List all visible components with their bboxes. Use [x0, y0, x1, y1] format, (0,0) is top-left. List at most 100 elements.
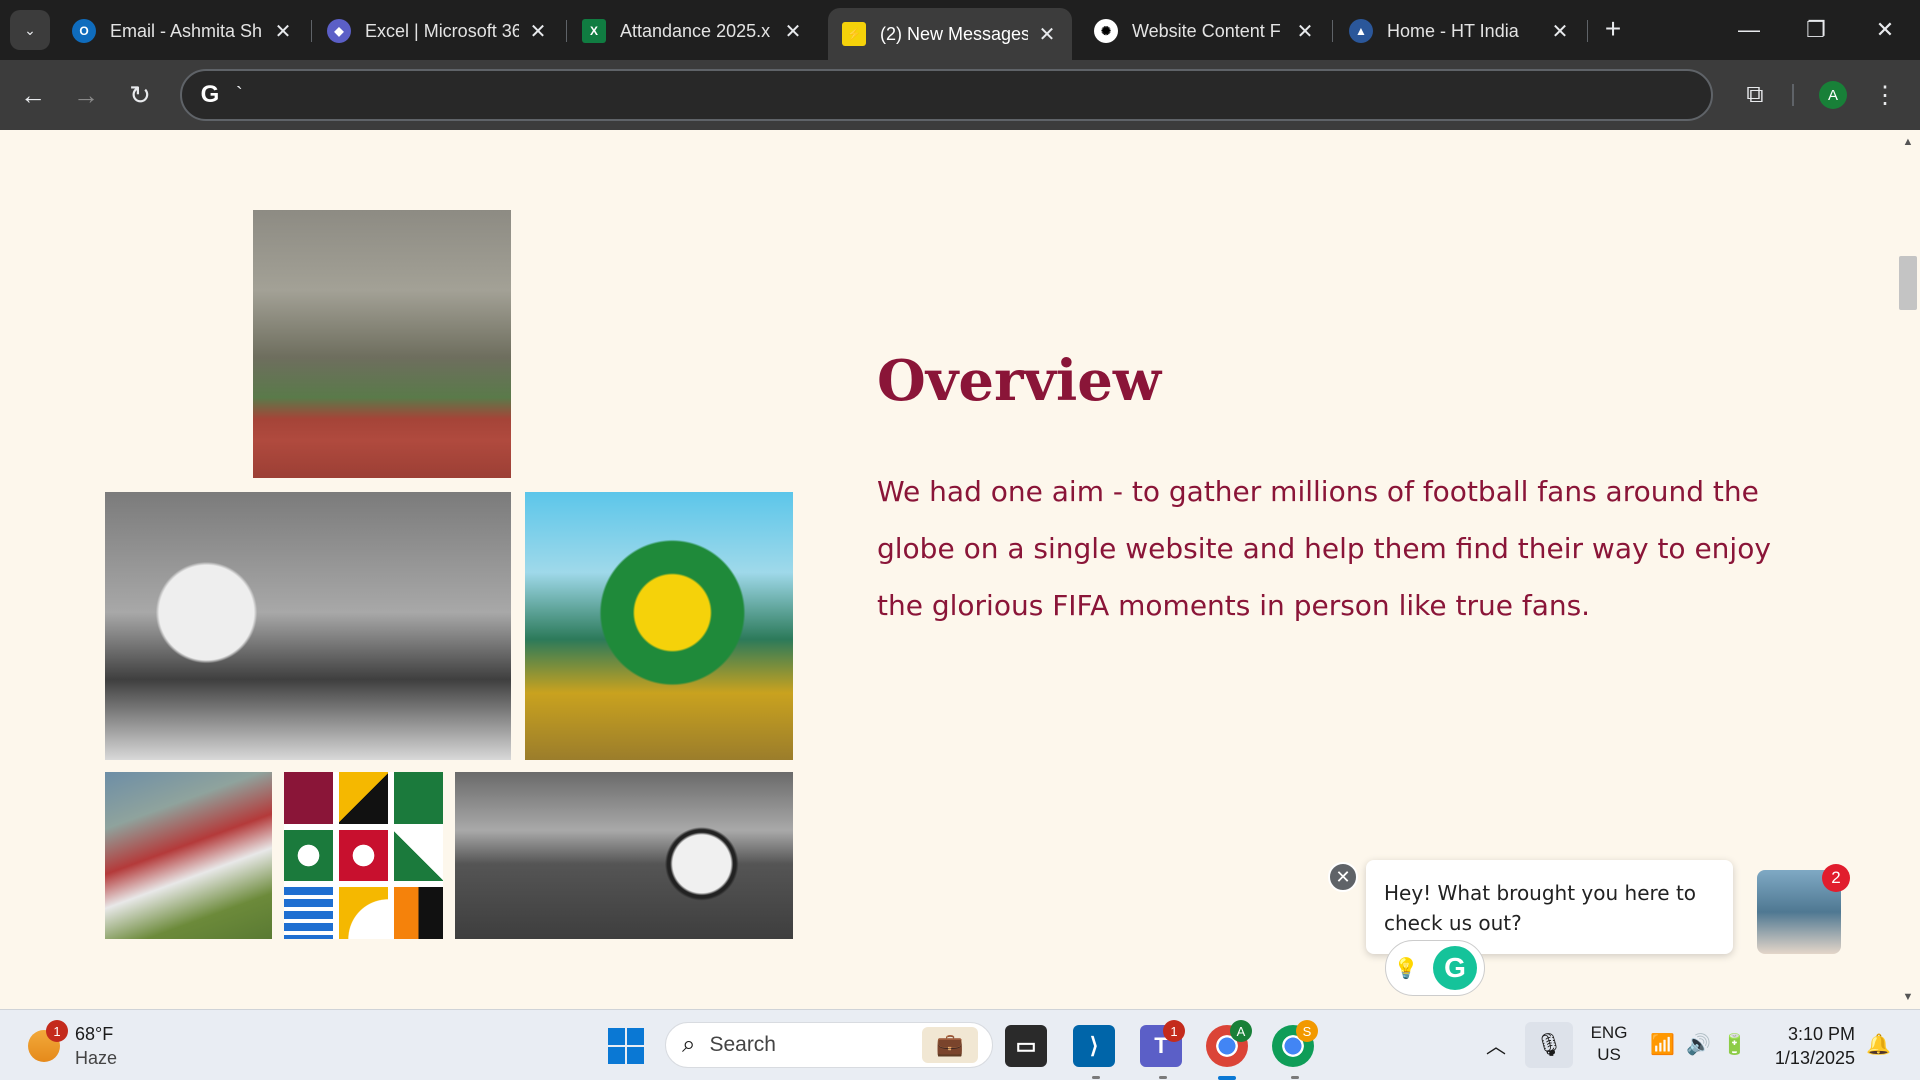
- task-view-icon[interactable]: ▭: [1005, 1025, 1047, 1067]
- extensions-button[interactable]: ⧉: [1735, 75, 1775, 115]
- region-code: US: [1597, 1045, 1621, 1064]
- clock-date: 1/13/2025: [1774, 1048, 1855, 1068]
- start-button[interactable]: [608, 1028, 644, 1064]
- brand-icon: ⚡: [842, 22, 866, 46]
- weather-description[interactable]: Haze: [75, 1048, 117, 1069]
- restore-button[interactable]: ❐: [1791, 10, 1841, 50]
- tab-new-messages[interactable]: ⚡ (2) New Messages! ✕: [828, 8, 1072, 60]
- close-icon[interactable]: ✕: [272, 19, 294, 44]
- close-icon[interactable]: ✕: [1549, 19, 1571, 44]
- close-icon[interactable]: ✕: [782, 19, 804, 44]
- page-viewport: Overview We had one aim - to gather mill…: [0, 130, 1920, 1009]
- overview-paragraph: We had one aim - to gather millions of f…: [877, 475, 1771, 622]
- browser-menu-button[interactable]: ⋮: [1870, 75, 1900, 115]
- new-tab-button[interactable]: +: [1598, 13, 1628, 44]
- system-clock[interactable]: 3:10 PM 1/13/2025: [1765, 1022, 1855, 1070]
- scroll-thumb[interactable]: [1899, 256, 1917, 310]
- vscode-icon[interactable]: ⟩: [1073, 1025, 1115, 1067]
- brazil-fan-photo: [525, 492, 793, 760]
- close-icon[interactable]: ✕: [527, 19, 549, 44]
- minimize-button[interactable]: —: [1724, 10, 1774, 50]
- tab-separator: [1587, 20, 1588, 42]
- reload-icon: ↻: [129, 79, 151, 110]
- search-placeholder: Search: [709, 1033, 776, 1056]
- tab-search-button[interactable]: ⌄: [10, 10, 50, 50]
- grammarly-widget[interactable]: 💡 G: [1385, 940, 1485, 996]
- ht-icon: ▲: [1349, 19, 1373, 43]
- more-vertical-icon: ⋮: [1873, 81, 1897, 109]
- app-running-indicator: [1159, 1076, 1167, 1079]
- chevron-up-icon[interactable]: ︿: [1486, 1030, 1506, 1059]
- reload-button[interactable]: ↻: [120, 75, 160, 115]
- tab-strip: ⌄ O Email - Ashmita Sh ✕ ◆ Excel | Micro…: [0, 0, 1920, 60]
- scroll-down-icon[interactable]: ▼: [1902, 991, 1914, 1003]
- forward-button[interactable]: →: [66, 75, 106, 115]
- chrome-profile-badge: A: [1230, 1020, 1252, 1042]
- scroll-up-icon[interactable]: ▲: [1902, 136, 1914, 148]
- chrome-profile-badge: S: [1296, 1020, 1318, 1042]
- teams-badge: 1: [1163, 1020, 1185, 1042]
- tab-title: (2) New Messages!: [880, 23, 1028, 44]
- tab-ht-india[interactable]: ▲ Home - HT India ✕: [1335, 8, 1585, 54]
- overview-heading: Overview: [877, 348, 1162, 414]
- taskbar-search[interactable]: ⌕ Search 💼: [665, 1022, 993, 1068]
- profile-avatar[interactable]: A: [1819, 81, 1847, 109]
- toolbar-separator: [1792, 84, 1794, 106]
- windows-taskbar: 1 68°F Haze ⌕ Search 💼 ▭ ⟩ T 1 A S ︿ 🎙 E…: [0, 1009, 1920, 1080]
- tab-email[interactable]: O Email - Ashmita Sh ✕: [58, 8, 308, 54]
- close-icon: ✕: [1335, 866, 1351, 887]
- tab-attendance[interactable]: X Attandance 2025.x ✕: [568, 8, 818, 54]
- restore-icon: ❐: [1806, 17, 1826, 42]
- close-icon[interactable]: ✕: [1036, 22, 1058, 47]
- plus-icon: +: [1604, 13, 1622, 44]
- wifi-icon[interactable]: 📶: [1650, 1032, 1675, 1057]
- back-button[interactable]: ←: [13, 75, 53, 115]
- tab-title: Excel | Microsoft 36: [365, 20, 519, 41]
- tab-excel[interactable]: ◆ Excel | Microsoft 36 ✕: [313, 8, 563, 54]
- mic-muted-icon[interactable]: 🎙: [1525, 1022, 1573, 1068]
- app-running-indicator: [1092, 1076, 1100, 1079]
- browser-toolbar: ← → ↻ G ⧉ A ⋮: [0, 60, 1920, 130]
- chat-unread-badge: 2: [1822, 864, 1850, 892]
- copilot-icon: ◆: [327, 19, 351, 43]
- lightbulb-icon[interactable]: 💡: [1393, 955, 1419, 981]
- outlook-icon: O: [72, 19, 96, 43]
- players-match-photo: [105, 772, 272, 939]
- tab-separator: [566, 20, 567, 42]
- pattern-graphic: [284, 772, 443, 939]
- minimize-icon: —: [1738, 17, 1760, 42]
- battery-icon[interactable]: 🔋: [1722, 1032, 1747, 1057]
- chatgpt-icon: ✺: [1094, 19, 1118, 43]
- close-icon: ✕: [1875, 17, 1895, 42]
- language-indicator[interactable]: ENG US: [1586, 1022, 1632, 1066]
- tab-title: Attandance 2025.x: [620, 20, 771, 41]
- notification-icon[interactable]: 🔔: [1866, 1032, 1891, 1057]
- puzzle-icon: ⧉: [1746, 81, 1764, 108]
- weather-badge: 1: [46, 1020, 68, 1042]
- clock-time: 3:10 PM: [1787, 1024, 1855, 1044]
- chat-message-text: Hey! What brought you here to check us o…: [1384, 881, 1697, 935]
- language-code: ENG: [1590, 1023, 1628, 1042]
- address-bar[interactable]: G: [180, 69, 1713, 121]
- tab-title: Home - HT India: [1387, 20, 1519, 41]
- search-icon: ⌕: [682, 1031, 696, 1058]
- windows-logo-icon: [608, 1028, 625, 1045]
- tab-title: Website Content F: [1132, 20, 1281, 41]
- goalkeeper-kick-photo: [253, 210, 511, 478]
- arrow-left-icon: ←: [20, 79, 46, 110]
- app-active-indicator: [1218, 1076, 1236, 1080]
- page-scrollbar[interactable]: ▲ ▼: [1896, 130, 1920, 1009]
- tab-separator: [311, 20, 312, 42]
- address-input[interactable]: [236, 83, 1636, 107]
- close-window-button[interactable]: ✕: [1860, 10, 1910, 50]
- weather-temperature[interactable]: 68°F: [75, 1024, 113, 1045]
- chat-close-button[interactable]: ✕: [1328, 862, 1358, 892]
- volume-icon[interactable]: 🔊: [1686, 1032, 1711, 1057]
- close-icon[interactable]: ✕: [1294, 19, 1316, 44]
- excel-icon: X: [582, 19, 606, 43]
- goalkeeper-dive-photo: [105, 492, 511, 760]
- briefcase-icon: 💼: [922, 1027, 978, 1063]
- grammarly-icon[interactable]: G: [1433, 946, 1477, 990]
- chevron-down-icon: ⌄: [24, 21, 36, 38]
- tab-website-content[interactable]: ✺ Website Content F ✕: [1080, 8, 1330, 54]
